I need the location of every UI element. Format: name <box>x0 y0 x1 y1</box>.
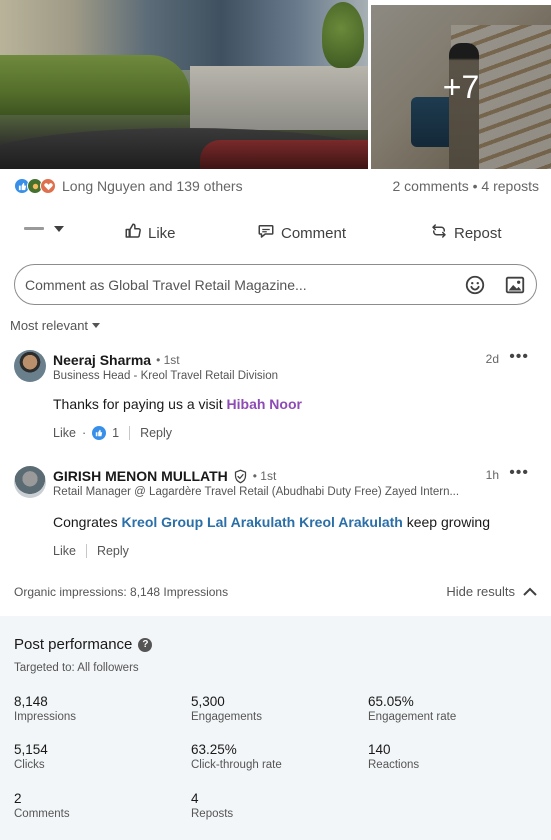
metric-value: 63.25% <box>191 742 237 757</box>
more-options-icon[interactable]: ••• <box>509 348 529 366</box>
comment-input[interactable]: Comment as Global Travel Retail Magazine… <box>14 264 537 305</box>
metric-value: 5,300 <box>191 694 225 709</box>
metric-value: 8,148 <box>14 694 48 709</box>
connection-degree: • 1st <box>156 353 180 367</box>
comment-sort-label: Most relevant <box>10 318 89 333</box>
post-performance-title-text: Post performance <box>14 636 133 653</box>
metric-clicks[interactable]: 5,154 Clicks <box>14 742 48 771</box>
commenter-headline: Retail Manager @ Lagardère Travel Retail… <box>53 486 460 498</box>
metric-engagements[interactable]: 5,300 Engagements <box>191 694 262 723</box>
repost-icon <box>430 222 448 244</box>
comment-like-count[interactable]: 1 <box>112 426 119 440</box>
more-photos-count: +7 <box>442 68 480 105</box>
metric-label: Engagement rate <box>368 711 457 723</box>
comment-sort-dropdown[interactable]: Most relevant <box>10 318 101 333</box>
repost-button-label: Repost <box>454 224 502 242</box>
metric-label: Reposts <box>191 808 234 820</box>
divider <box>129 426 131 440</box>
commenter-name-text: GIRISH MENON MULLATH <box>53 468 228 484</box>
post-performance-title: Post performance ? <box>14 636 153 653</box>
comment-like-button[interactable]: Like <box>53 544 76 558</box>
reactions-summary[interactable]: Long Nguyen and 139 others <box>14 178 243 194</box>
company-logo-icon <box>22 221 46 237</box>
thumbs-up-icon <box>124 222 142 244</box>
commenter-name[interactable]: Neeraj Sharma • 1st <box>53 352 180 368</box>
comment-button-label: Comment <box>281 224 347 242</box>
metric-value: 4 <box>191 791 199 806</box>
metric-value: 140 <box>368 742 391 757</box>
emoji-icon[interactable] <box>464 274 486 299</box>
comment-input-placeholder: Comment as Global Travel Retail Magazine… <box>25 276 307 293</box>
repost-button[interactable]: Repost <box>430 222 502 244</box>
comment-text: Thanks for paying us a visit Hibah Noor <box>53 396 302 412</box>
commenter-name-text: Neeraj Sharma <box>53 352 152 368</box>
metric-reposts[interactable]: 4 Reposts <box>191 791 233 820</box>
avatar[interactable] <box>14 466 46 498</box>
comment-reply-button[interactable]: Reply <box>140 426 172 440</box>
metric-engagement-rate[interactable]: 65.05% Engagement rate <box>368 694 456 723</box>
metric-impressions[interactable]: 8,148 Impressions <box>14 694 76 723</box>
targeted-audience: Targeted to: All followers <box>14 662 139 674</box>
hide-results-button[interactable]: Hide results <box>446 584 537 599</box>
metric-label: Impressions <box>14 711 76 723</box>
image-icon[interactable] <box>504 274 526 299</box>
metric-label: Reactions <box>368 759 420 771</box>
avatar[interactable] <box>14 350 46 382</box>
organic-impressions: Organic impressions: 8,148 Impressions <box>14 585 229 599</box>
comment-like-button[interactable]: Like <box>53 426 76 440</box>
comment-text-body: Thanks for paying us a visit <box>53 396 227 412</box>
comment-text: Congrates Kreol Group Lal Arakulath Kreo… <box>53 514 490 530</box>
reactions-text: Long Nguyen and 139 others <box>62 178 243 194</box>
metric-label: Click-through rate <box>191 759 282 771</box>
comment-text-tail: keep growing <box>402 514 491 530</box>
verified-shield-icon <box>233 469 248 484</box>
more-options-icon[interactable]: ••• <box>509 464 529 482</box>
commenter-headline: Business Head - Kreol Travel Retail Divi… <box>53 370 278 382</box>
metric-label: Clicks <box>14 759 45 771</box>
post-performance-panel: Post performance ? Targeted to: All foll… <box>0 616 551 840</box>
reaction-icons <box>14 178 56 194</box>
comment-text-body: Congrates <box>53 514 122 530</box>
like-reaction-icon <box>92 426 107 440</box>
mention-link[interactable]: Hibah Noor <box>227 396 302 412</box>
social-counts: Long Nguyen and 139 others 2 comments • … <box>14 175 539 197</box>
chevron-down-icon <box>54 226 64 232</box>
metric-value: 5,154 <box>14 742 48 757</box>
like-button[interactable]: Like <box>124 222 176 244</box>
love-reaction-icon <box>40 178 56 194</box>
comment-icon <box>257 222 275 244</box>
connection-degree: • 1st <box>252 469 277 483</box>
comment-actions: Like · 1 Reply <box>53 426 172 440</box>
metric-comments[interactable]: 2 Comments <box>14 791 70 820</box>
like-button-label: Like <box>148 224 176 242</box>
divider <box>85 544 87 558</box>
comment-reply-button[interactable]: Reply <box>97 544 129 558</box>
metric-label: Engagements <box>191 711 262 723</box>
comment-timestamp: 1h <box>485 468 499 482</box>
comment-like-separator: · <box>81 426 87 440</box>
post-photo-more[interactable]: +7 <box>371 5 551 169</box>
actor-switcher[interactable] <box>22 221 64 237</box>
commenter-name[interactable]: GIRISH MENON MULLATH • 1st <box>53 468 276 484</box>
comment-button[interactable]: Comment <box>257 222 346 244</box>
comment-timestamp: 2d <box>485 352 499 366</box>
metric-reactions[interactable]: 140 Reactions <box>368 742 419 771</box>
post-photo-grid: +7 <box>0 0 551 169</box>
chevron-up-icon <box>523 584 537 599</box>
hide-results-label: Hide results <box>446 584 515 599</box>
post-photo-main[interactable] <box>0 0 368 169</box>
help-icon[interactable]: ? <box>138 637 153 652</box>
metric-label: Comments <box>14 808 70 820</box>
metric-value: 65.05% <box>368 694 414 709</box>
metric-value: 2 <box>14 791 22 806</box>
comments-reposts-count[interactable]: 2 comments • 4 reposts <box>392 178 539 194</box>
comment-actions: Like Reply <box>53 544 129 558</box>
metric-click-through-rate[interactable]: 63.25% Click-through rate <box>191 742 282 771</box>
mention-link[interactable]: Kreol Group Lal Arakulath Kreol Arakulat… <box>121 514 402 530</box>
chevron-down-icon <box>92 323 101 328</box>
post-action-bar: Like Comment Repost <box>0 213 551 249</box>
